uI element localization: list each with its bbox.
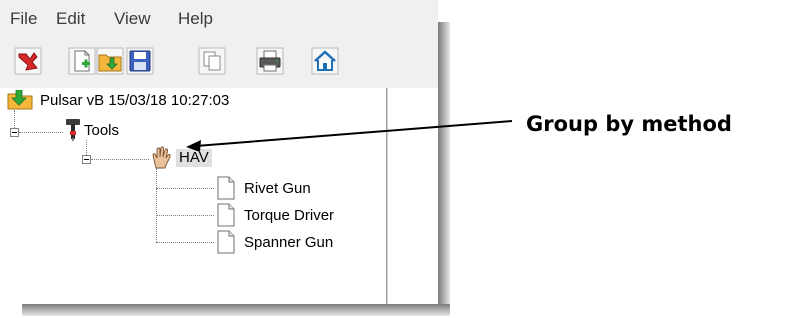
menu-help[interactable]: Help	[178, 9, 213, 29]
application-window: File Edit View Help Pulsar vB 15/03/18 1…	[0, 0, 438, 304]
new-button[interactable]	[68, 47, 96, 75]
print-button[interactable]	[256, 47, 284, 75]
tree-connector	[156, 242, 214, 243]
tree-connector	[156, 215, 214, 216]
document-icon	[217, 203, 235, 227]
collapse-toggle-tools[interactable]	[10, 128, 19, 137]
folder-download-icon	[7, 90, 33, 110]
hand-icon	[152, 146, 171, 169]
tree-node-hav[interactable]: HAV	[176, 149, 212, 167]
collapse-toggle-hav[interactable]	[82, 155, 91, 164]
home-button[interactable]	[311, 47, 339, 75]
save-icon	[126, 47, 154, 75]
window-shadow-bottom	[22, 304, 450, 316]
print-icon	[256, 47, 284, 75]
document-icon	[217, 176, 235, 200]
document-icon	[217, 230, 235, 254]
tree-node-tools[interactable]: Tools	[84, 122, 119, 140]
tree-connector	[91, 159, 149, 160]
home-icon	[311, 47, 339, 75]
window-shadow-right	[438, 22, 450, 304]
open-icon	[96, 47, 124, 75]
tree-leaf-item[interactable]: Spanner Gun	[244, 234, 333, 252]
copy-icon	[198, 47, 226, 75]
tree-leaf-item[interactable]: Torque Driver	[244, 207, 334, 225]
exit-button[interactable]	[14, 47, 42, 75]
tree-connector	[156, 188, 214, 189]
copy-button[interactable]	[198, 47, 226, 75]
screenshot: File Edit View Help Pulsar vB 15/03/18 1…	[0, 0, 806, 318]
exit-icon	[14, 47, 42, 75]
menu-file[interactable]: File	[10, 9, 37, 29]
tree-leaf-item[interactable]: Rivet Gun	[244, 180, 311, 198]
open-button[interactable]	[96, 47, 124, 75]
tree-connector	[14, 110, 15, 128]
detail-pane[interactable]	[387, 88, 438, 304]
tree-view[interactable]: Pulsar vB 15/03/18 10:27:03 Tools HAV Ri…	[0, 88, 387, 304]
tree-connector	[156, 168, 157, 242]
tool-icon	[66, 119, 80, 141]
menu-edit[interactable]: Edit	[56, 9, 85, 29]
menu-bar: File Edit View Help	[0, 0, 438, 32]
tree-root-label[interactable]: Pulsar vB 15/03/18 10:27:03	[40, 92, 229, 110]
tree-connector	[19, 132, 63, 133]
save-button[interactable]	[126, 47, 154, 75]
tree-connector	[86, 140, 87, 155]
callout-label: Group by method	[526, 112, 732, 136]
toolbar	[0, 32, 438, 88]
new-icon	[68, 47, 96, 75]
menu-view[interactable]: View	[114, 9, 151, 29]
